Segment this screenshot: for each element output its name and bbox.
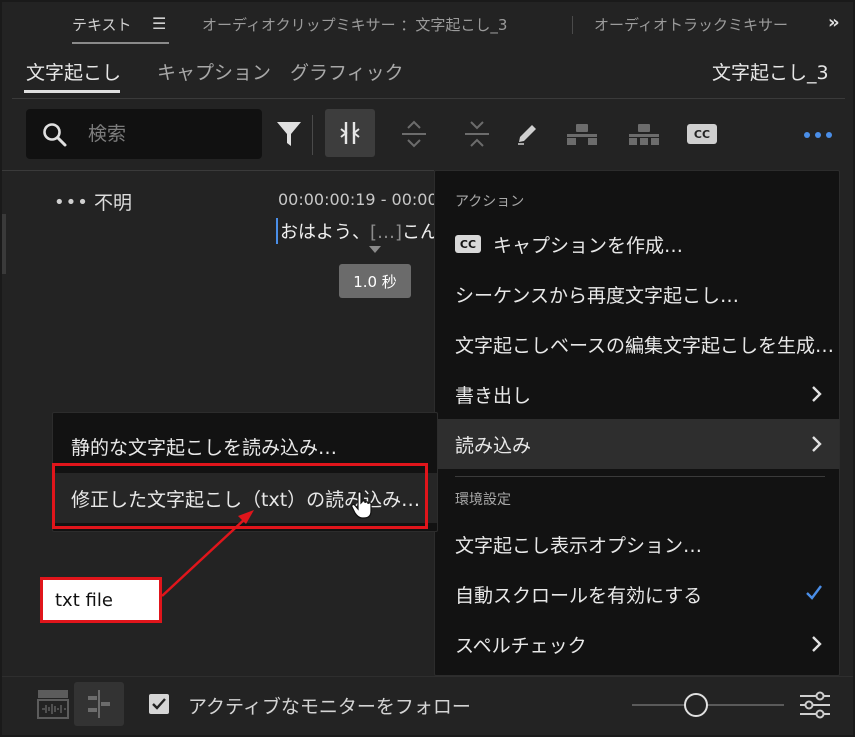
checkmark-icon — [806, 585, 822, 600]
chevron-right-icon — [812, 436, 822, 452]
panel-tab-audio-track-mixer[interactable]: オーディオトラックミキサー — [594, 14, 794, 35]
gap-marker[interactable]: […] — [370, 222, 402, 243]
filter-icon[interactable] — [272, 116, 306, 152]
transcript-text[interactable]: おはよう、[…]こんにちは — [276, 218, 434, 244]
search-box[interactable] — [26, 109, 262, 159]
divider — [2, 170, 434, 171]
transcript-word[interactable]: こんにちは — [402, 222, 434, 243]
cc-icon: CC — [455, 235, 481, 253]
split-segment-icon[interactable] — [325, 109, 375, 157]
menu-section-settings: 環境設定 — [455, 492, 511, 508]
subtab-graphics[interactable]: グラフィック — [290, 58, 404, 85]
panel-tab-bar: テキスト ☰ オーディオクリップミキサー ：文字起こし_3 オーディオトラックミ… — [2, 2, 853, 48]
segment-timecode: 00:00:00:19 - 00:00:02:05 — [278, 190, 434, 209]
menu-item-generate-edit-transcript[interactable]: 文字起こしベースの編集文字起こしを生成… — [435, 319, 839, 369]
menu-item-label: シーケンスから再度文字起こし… — [455, 284, 740, 307]
menu-item-create-captions[interactable]: CC キャプションを作成… — [435, 219, 839, 269]
menu-section-actions: アクション — [455, 194, 525, 210]
search-input[interactable] — [88, 109, 238, 159]
menu-item-spell-check[interactable]: スペルチェック — [435, 619, 839, 669]
menu-item-display-options[interactable]: 文字起こし表示オプション… — [435, 519, 839, 569]
waveform-view-icon[interactable] — [28, 682, 78, 726]
panel-tab-text[interactable]: テキスト — [72, 14, 132, 35]
menu-item-label: 書き出し — [455, 384, 532, 407]
merge-down-icon[interactable] — [457, 114, 497, 154]
speaker-icon[interactable] — [562, 116, 602, 152]
menu-item-label: 自動スクロールを有効にする — [455, 584, 703, 607]
subtab-active-indicator — [24, 90, 120, 93]
tab-overflow-icon[interactable]: » — [828, 12, 840, 33]
transcript-panel: テキスト ☰ オーディオクリップミキサー ：文字起こし_3 オーディオトラックミ… — [0, 0, 855, 737]
transcript-word[interactable]: おはよう、 — [280, 222, 370, 243]
menu-item-label: キャプションを作成… — [493, 234, 684, 257]
subtab-captions[interactable]: キャプション — [157, 58, 271, 85]
annotation-label: txt file — [40, 577, 162, 623]
subtab-transcript[interactable]: 文字起こし — [26, 58, 121, 85]
zoom-slider-track[interactable] — [632, 704, 784, 706]
menu-item-label: 読み込み — [455, 434, 532, 457]
menu-item-import[interactable]: 読み込み — [435, 419, 839, 469]
cc-icon[interactable]: CC — [684, 120, 720, 148]
toolbar-divider — [312, 115, 313, 155]
tab-divider — [572, 16, 573, 34]
chevron-right-icon — [812, 386, 822, 402]
hand-cursor-icon — [351, 491, 372, 519]
pause-caret-icon — [369, 246, 381, 253]
options-menu: アクション CC キャプションを作成… シーケンスから再度文字起こし… 文字起こ… — [434, 170, 840, 676]
sliders-settings-icon[interactable] — [798, 690, 832, 720]
divider — [12, 98, 845, 99]
follow-monitor-label: アクティブなモニターをフォロー — [188, 696, 471, 718]
speaker-options-icon[interactable]: ••• — [54, 192, 89, 213]
menu-item-label: 静的な文字起こしを読み込み… — [71, 436, 338, 459]
panel-tab-audio-clip-mixer[interactable]: オーディオクリップミキサー ：文字起こし_3 — [202, 14, 507, 35]
menu-divider — [455, 476, 825, 477]
search-icon — [43, 123, 67, 147]
panel-tab-active-indicator — [72, 42, 169, 44]
menu-item-retranscribe[interactable]: シーケンスから再度文字起こし… — [435, 269, 839, 319]
menu-item-label: スペルチェック — [455, 634, 587, 657]
divider — [2, 676, 853, 677]
pause-duration-tooltip: 1.0 秒 — [339, 264, 411, 298]
menu-item-label: 文字起こし表示オプション… — [455, 534, 703, 557]
edit-icon[interactable] — [510, 116, 544, 152]
speaker-name[interactable]: 不明 — [94, 188, 132, 215]
more-options-icon[interactable] — [798, 120, 838, 150]
panel-menu-icon[interactable]: ☰ — [152, 14, 166, 33]
menu-item-label: 文字起こしベースの編集文字起こしを生成… — [455, 334, 835, 357]
zoom-slider-thumb[interactable] — [683, 693, 708, 717]
menu-item-auto-scroll[interactable]: 自動スクロールを有効にする — [435, 569, 839, 619]
menu-item-export[interactable]: 書き出し — [435, 369, 839, 419]
sequence-name: 文字起こし_3 — [712, 62, 829, 84]
speaker-group-icon[interactable] — [624, 116, 664, 152]
transcript-timeline-icon[interactable] — [74, 682, 124, 726]
follow-monitor-checkbox[interactable] — [149, 694, 169, 714]
chevron-right-icon — [812, 636, 822, 652]
left-edge-accent — [2, 214, 6, 274]
merge-up-icon[interactable] — [394, 114, 434, 154]
